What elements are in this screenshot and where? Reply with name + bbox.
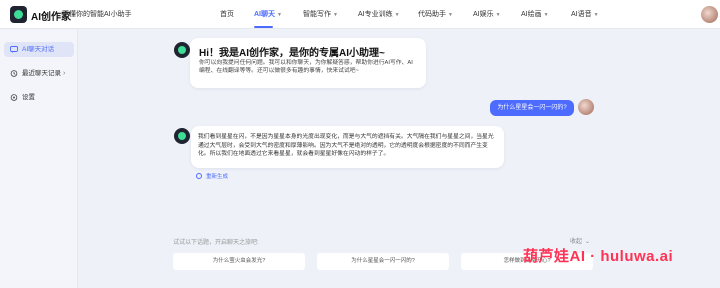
chevron-down-icon: ▼ xyxy=(394,12,400,18)
nav-home-label: 首页 xyxy=(220,11,234,18)
nav-ai-training-label: AI专业训练 xyxy=(358,11,393,18)
nav-home[interactable]: 首页 xyxy=(220,9,234,19)
regenerate-button[interactable]: 重新生成 xyxy=(196,172,228,180)
nav-code-assistant[interactable]: 代码助手 ▼ xyxy=(418,9,453,19)
nav-ai-voice-label: AI语音 xyxy=(571,11,592,18)
sidebar: AI聊天对话 最近聊天记录 › 设置 xyxy=(0,30,78,288)
regenerate-label: 重新生成 xyxy=(206,174,229,180)
nav-ai-painting-label: AI绘画 xyxy=(521,11,542,18)
brand-slogan: 更懂你的智能AI小助手 xyxy=(62,11,132,18)
greeting-body: 你可以向我提问任何问题。我可以和你聊天，为你解疑答惑，帮助你进行AI写作、AI编… xyxy=(199,60,413,74)
chevron-down-icon: ▼ xyxy=(543,12,549,18)
user-avatar[interactable] xyxy=(701,6,718,23)
top-nav-bar: AI创作家 更懂你的智能AI小助手 首页 AI聊天 ▼ 智能写作 ▼ AI专业训练 ▼… xyxy=(0,0,720,29)
nav-ai-entertainment[interactable]: AI娱乐 ▼ xyxy=(473,9,501,19)
sidebar-item-history[interactable]: 最近聊天记录 › xyxy=(4,66,74,81)
chevron-down-icon: ▼ xyxy=(333,12,338,18)
watermark: 葫芦娃AI · huluwa.ai xyxy=(523,248,674,265)
answer-text: 我们看到星星在闪，不是因为星星本身的光度出现变化，而是与大气的遮挡有关。大气隔在… xyxy=(198,134,494,158)
greeting-bubble: Hi！我是AI创作家，是你的专属AI小助理~ 你可以向我提问任何问题。我可以和你… xyxy=(190,38,426,88)
chat-icon xyxy=(10,46,18,53)
nav-smart-writing[interactable]: 智能写作 ▼ xyxy=(303,9,338,19)
sidebar-item-label: 设置 xyxy=(22,94,35,101)
settings-icon xyxy=(10,94,18,101)
assistant-avatar xyxy=(174,128,190,144)
greeting-title: Hi！我是AI创作家，是你的专属AI小助理~ xyxy=(199,48,385,59)
nav-smart-writing-label: 智能写作 xyxy=(303,11,331,18)
nav-code-assistant-label: 代码助手 xyxy=(418,11,446,18)
sidebar-item-settings[interactable]: 设置 xyxy=(4,90,74,105)
chevron-down-icon: ▼ xyxy=(448,12,453,18)
logo-icon[interactable] xyxy=(10,6,27,23)
suggestion-chip[interactable]: 为什么星星会一闪一闪的? xyxy=(317,253,449,270)
nav-ai-chat[interactable]: AI聊天 ▼ xyxy=(254,9,282,19)
chevron-down-icon: ▼ xyxy=(495,12,501,18)
nav-ai-entertainment-label: AI娱乐 xyxy=(473,11,494,18)
chevron-down-icon: ▼ xyxy=(277,12,282,18)
sidebar-item-ai-chat[interactable]: AI聊天对话 xyxy=(4,42,74,57)
nav-ai-painting[interactable]: AI绘画 ▼ xyxy=(521,9,549,19)
chevron-right-icon: › xyxy=(63,70,66,77)
collapse-button[interactable]: 收起 ⌄ xyxy=(570,236,590,245)
assistant-avatar xyxy=(174,42,190,58)
history-icon xyxy=(10,70,18,77)
nav-ai-voice[interactable]: AI语音 ▼ xyxy=(571,9,599,19)
nav-ai-training[interactable]: AI专业训练 ▼ xyxy=(358,9,400,19)
sidebar-item-label: AI聊天对话 xyxy=(22,46,55,53)
nav-active-indicator xyxy=(254,26,273,28)
user-message-bubble: 为什么星星会一闪一闪的? xyxy=(490,100,574,116)
suggestion-chip[interactable]: 为什么萤火虫会发光? xyxy=(173,253,305,270)
answer-bubble: 我们看到星星在闪，不是因为星星本身的光度出现变化，而是与大气的遮挡有关。大气隔在… xyxy=(191,126,504,168)
user-message-avatar xyxy=(578,99,594,115)
nav-ai-chat-label: AI聊天 xyxy=(254,11,275,18)
suggestion-hint: 试试以下话题，开启聊天之旅吧: xyxy=(173,240,259,246)
sidebar-item-label: 最近聊天记录 xyxy=(22,70,61,77)
refresh-icon xyxy=(196,173,202,179)
chevron-down-icon: ▼ xyxy=(593,12,599,18)
